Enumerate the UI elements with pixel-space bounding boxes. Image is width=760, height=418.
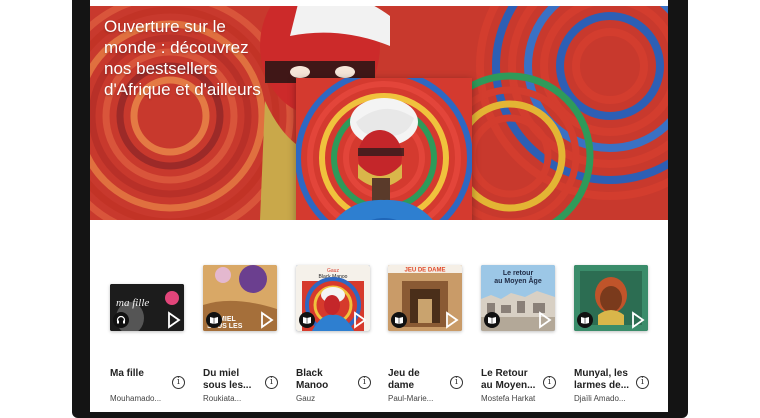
book-author[interactable]: Mouhamado... [110,394,174,404]
info-icon[interactable]: i [358,376,371,389]
play-icon[interactable] [630,311,646,329]
play-icon[interactable] [166,311,182,329]
tablet-screen: Ouverture sur le monde : découvrez nos b… [90,0,668,412]
info-icon[interactable]: i [636,376,649,389]
book-cover[interactable] [574,265,648,331]
book-cover[interactable]: Le retour au Moyen Âge [481,265,555,331]
play-icon[interactable] [537,311,553,329]
book-title[interactable]: Le Retour au Moyen... [481,368,539,392]
info-icon[interactable]: i [543,376,556,389]
svg-text:JEU DE DAME: JEU DE DAME [404,268,445,274]
book-cover[interactable]: Gauz Black Manoo [296,265,370,331]
book-title[interactable]: Black Manoo [296,368,354,392]
info-icon[interactable]: i [265,376,278,389]
cover-title-text: ma fille [116,297,149,309]
book-author[interactable]: Mostefa Harkat [481,394,545,404]
hero-title: Ouverture sur le monde : découvrez nos b… [104,17,261,99]
book-icon [206,312,222,328]
play-icon[interactable] [444,311,460,329]
book-cover[interactable]: DU MIEL SOUS LES [203,265,277,331]
bestseller-list: ma fille Ma fille Mouhamado... i DU MIEL [90,262,668,412]
hero-featured-cover[interactable] [296,78,472,220]
info-icon[interactable]: i [172,376,185,389]
book-author[interactable]: Gauz [296,394,360,404]
headphones-icon [113,312,129,328]
svg-text:au Moyen Âge: au Moyen Âge [494,276,542,285]
book-icon [484,312,500,328]
book-cover[interactable]: JEU DE DAME [388,265,462,331]
svg-text:Le retour: Le retour [503,270,534,277]
book-icon [577,312,593,328]
book-author[interactable]: Djaïli Amado... [574,394,638,404]
book-author[interactable]: Roukiata... [203,394,267,404]
book-title[interactable]: Ma fille [110,368,168,380]
play-icon[interactable] [259,311,275,329]
book-title[interactable]: Munyal, les larmes de... [574,368,632,392]
book-title[interactable]: Du miel sous les... [203,368,261,392]
book-icon [299,312,315,328]
book-icon [391,312,407,328]
book-title[interactable]: Jeu de dame [388,368,446,392]
hero-banner[interactable]: Ouverture sur le monde : découvrez nos b… [90,6,668,220]
play-icon[interactable] [352,311,368,329]
hero-cover-image [296,78,472,220]
info-icon[interactable]: i [450,376,463,389]
book-cover[interactable]: ma fille [110,284,184,331]
book-author[interactable]: Paul-Marie... [388,394,452,404]
